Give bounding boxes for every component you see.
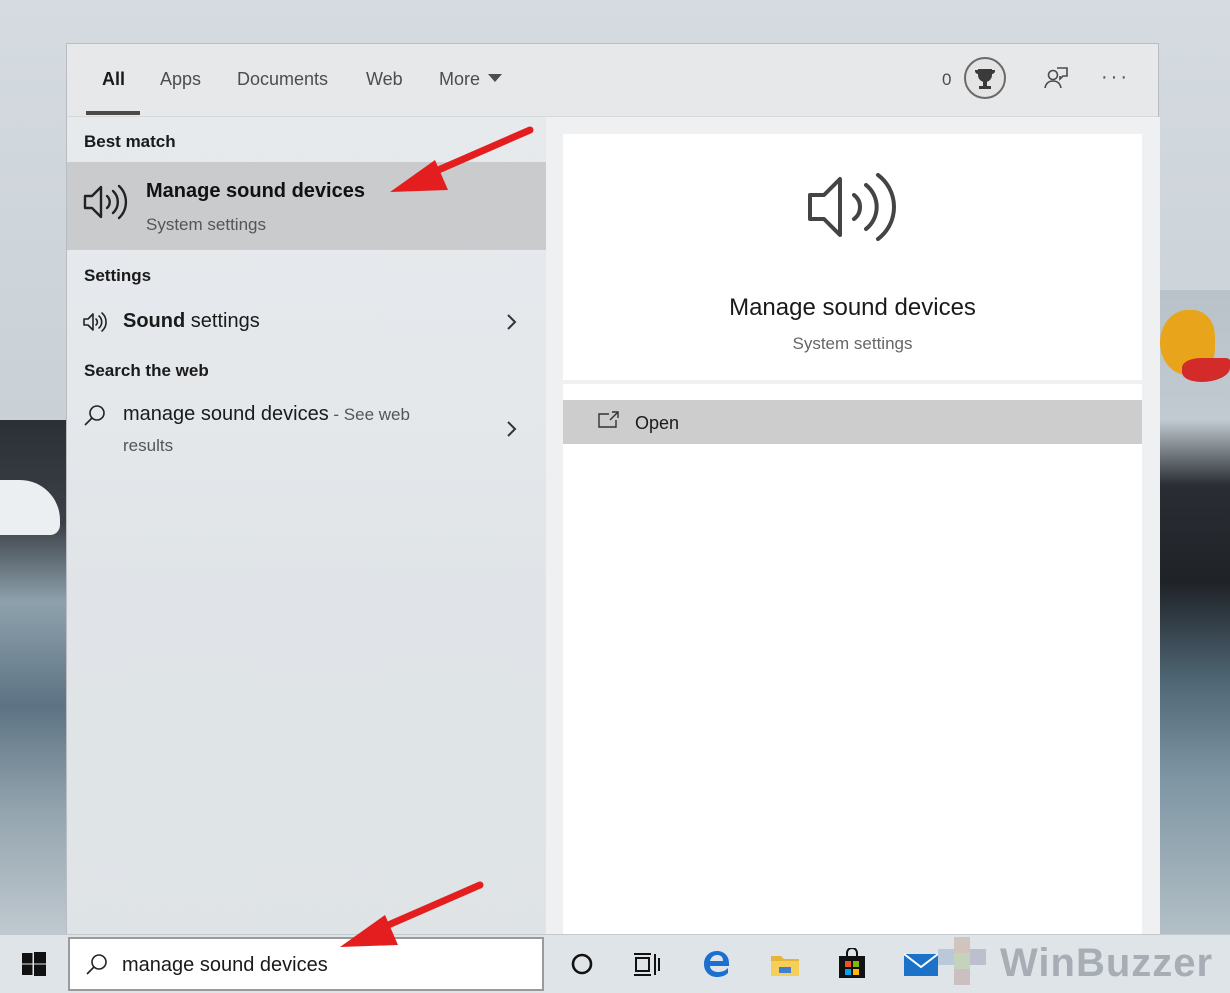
more-options-icon[interactable]: ··· [1101, 66, 1130, 89]
winbuzzer-watermark: WinBuzzer [1000, 941, 1214, 985]
annotation-arrow [390, 126, 534, 192]
preview-card: Manage sound devices System settings [563, 134, 1142, 380]
search-filter-bar: All Apps Documents Web More 0 ··· [67, 44, 1158, 117]
section-best-match: Best match [84, 132, 176, 151]
actions-card: Open [563, 384, 1142, 936]
chevron-right-icon[interactable] [504, 419, 518, 439]
tab-more-label: More [439, 69, 481, 89]
tab-more[interactable]: More [439, 69, 503, 90]
winbuzzer-logo [930, 929, 996, 989]
open-action[interactable]: Open [563, 400, 1142, 444]
web-search-query: manage sound devices - See web [123, 403, 410, 425]
web-search-result[interactable]: manage sound devices - See web results [67, 395, 546, 465]
search-input[interactable]: manage sound devices [122, 954, 328, 977]
rewards-points: 0 [942, 70, 952, 89]
tab-apps[interactable]: Apps [160, 69, 201, 90]
feedback-icon[interactable] [1043, 65, 1069, 91]
start-search-panel: All Apps Documents Web More 0 ··· Best m… [66, 43, 1160, 936]
best-match-title: Manage sound devices [146, 180, 365, 202]
taskbar: manage sound devices WinBuzzer [0, 934, 1230, 993]
preview-pane: Manage sound devices System settings Ope… [546, 117, 1160, 936]
section-settings: Settings [84, 266, 152, 285]
active-tab-indicator [86, 111, 140, 115]
speaker-icon [82, 180, 130, 224]
sound-settings-result[interactable]: Sound settings [67, 300, 546, 344]
annotation-arrow [340, 881, 484, 947]
file-explorer-icon[interactable] [769, 948, 801, 980]
section-search-the-web: Search the web [84, 361, 209, 380]
preview-title: Manage sound devices [729, 294, 976, 321]
store-icon[interactable] [836, 947, 868, 980]
speaker-icon [806, 167, 900, 247]
sound-settings-label: Sound settings [123, 310, 260, 332]
open-icon [597, 411, 619, 429]
trophy-icon[interactable] [964, 57, 1006, 99]
tab-documents[interactable]: Documents [237, 69, 328, 90]
open-label: Open [635, 413, 680, 433]
wallpaper-bird-beak [1160, 300, 1230, 390]
web-search-suffix: results [123, 436, 174, 455]
tab-web[interactable]: Web [366, 69, 403, 90]
speaker-icon [82, 310, 108, 334]
chevron-right-icon[interactable] [504, 312, 518, 332]
chevron-down-icon [488, 74, 503, 83]
windows-start-icon[interactable] [22, 952, 46, 976]
edge-icon[interactable] [701, 948, 733, 980]
preview-subtitle: System settings [792, 334, 913, 353]
search-icon [82, 403, 108, 427]
task-view-icon[interactable] [631, 948, 663, 980]
cortana-icon[interactable] [566, 948, 598, 980]
search-icon [84, 952, 110, 978]
results-list: Best match Manage sound devices System s… [67, 117, 546, 936]
tab-all[interactable]: All [102, 69, 125, 90]
wallpaper-left [0, 420, 66, 940]
best-match-subtitle: System settings [146, 215, 266, 234]
